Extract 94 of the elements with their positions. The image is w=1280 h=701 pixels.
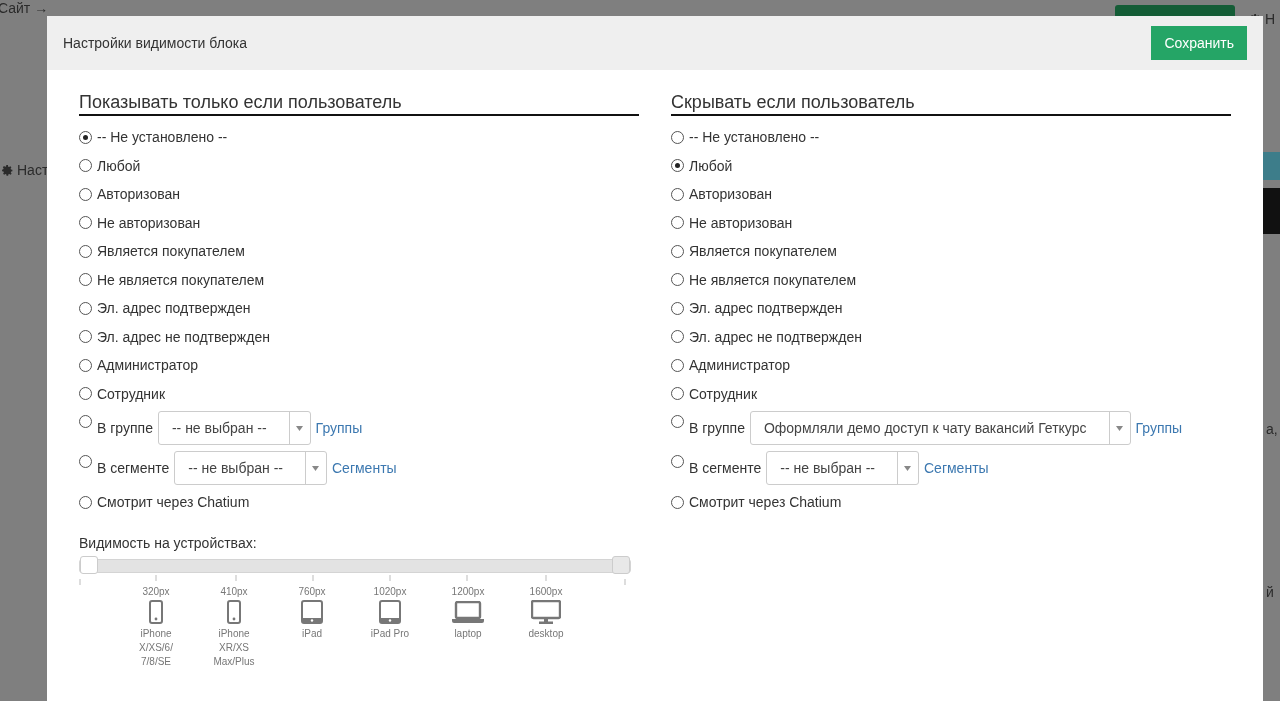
option-label: Эл. адрес подтвержден (689, 300, 843, 317)
manage-link[interactable]: Сегменты (332, 460, 397, 476)
radio-button[interactable] (671, 273, 684, 287)
device-name: laptop (454, 626, 482, 641)
radio-button[interactable] (671, 495, 684, 509)
width-label: 1020px (373, 585, 407, 597)
caret-icon (904, 465, 912, 471)
width-label: 1600px (529, 585, 563, 597)
background-text: а, (1266, 421, 1278, 437)
device-name: iPhone XR/XS Max/Plus (213, 626, 255, 669)
option-label: Авторизован (689, 186, 772, 203)
radio-button[interactable] (79, 415, 92, 428)
option-label: Смотрит через Chatium (97, 494, 250, 511)
slider-handle[interactable] (80, 555, 98, 574)
option-label: Является покупателем (97, 243, 245, 260)
option-label: Не является покупателем (689, 271, 857, 288)
radio-button[interactable] (671, 415, 684, 428)
caret-icon (296, 425, 304, 431)
caret-icon (312, 465, 320, 471)
option-label: Любой (689, 157, 733, 174)
radio-button[interactable] (79, 495, 92, 509)
radio-button[interactable] (671, 244, 684, 258)
option-label: Авторизован (97, 186, 180, 203)
phone-icon (149, 599, 163, 624)
radio-button[interactable] (79, 273, 92, 287)
radio-button[interactable] (79, 358, 92, 372)
desktop-icon (531, 599, 561, 624)
dropdown[interactable]: -- не выбран -- (157, 411, 311, 445)
radio-button[interactable] (79, 187, 92, 201)
radio-button[interactable] (79, 330, 92, 344)
width-label: 760px (298, 585, 326, 597)
option-label: Администратор (689, 357, 790, 374)
save-button[interactable]: Сохранить (1151, 26, 1247, 60)
background-bar (1263, 152, 1280, 180)
background-panel (1263, 188, 1280, 234)
option-label: Не авторизован (97, 214, 201, 231)
radio-button[interactable] (79, 216, 92, 230)
radio-button[interactable] (671, 387, 684, 401)
option-label: Смотрит через Chatium (689, 494, 842, 511)
background-text: й (1266, 584, 1274, 600)
manage-link[interactable]: Группы (1135, 420, 1183, 436)
option-label: Эл. адрес не подтвержден (689, 328, 862, 345)
option-label: Не является покупателем (97, 271, 265, 288)
section-heading: Показывать только если пользователь (79, 92, 639, 116)
manage-link[interactable]: Сегменты (924, 460, 989, 476)
device-name: iPhone X/XS/6/ 7/8/SE (139, 626, 173, 669)
option-label: -- Не установлено -- (689, 129, 820, 146)
tablet-icon (301, 599, 323, 624)
device-name: desktop (528, 626, 564, 641)
caret-icon (1116, 425, 1123, 431)
dropdown[interactable]: -- не выбран -- (766, 451, 919, 485)
radio-button[interactable] (671, 159, 684, 173)
radio-button[interactable] (79, 130, 92, 144)
option-label: Сотрудник (689, 385, 757, 402)
device-name: iPad (302, 626, 322, 641)
device-name: iPad Pro (370, 626, 410, 641)
option-label: В сегменте (689, 460, 762, 476)
option-label: Эл. адрес не подтвержден (97, 328, 270, 345)
laptop-icon (452, 600, 484, 623)
radio-button[interactable] (671, 301, 684, 315)
option-label: Любой (97, 157, 141, 174)
phone-icon (227, 599, 241, 624)
radio-button[interactable] (79, 301, 92, 315)
radio-button[interactable] (79, 455, 92, 468)
slider-handle[interactable] (612, 555, 630, 574)
radio-button[interactable] (79, 387, 92, 401)
radio-button[interactable] (79, 159, 92, 173)
radio-button[interactable] (671, 330, 684, 344)
gear-icon (1, 163, 14, 177)
radio-button[interactable] (671, 187, 684, 201)
manage-link[interactable]: Группы (315, 420, 363, 436)
radio-button[interactable] (671, 216, 684, 230)
radio-button[interactable] (671, 358, 684, 372)
dropdown[interactable]: -- не выбран -- (174, 451, 327, 485)
option-label: Сотрудник (97, 385, 165, 402)
tablet-icon (379, 599, 401, 624)
width-label: 320px (142, 585, 170, 597)
option-label: В группе (97, 420, 153, 436)
option-label: В группе (689, 420, 745, 436)
option-label: Администратор (97, 357, 198, 374)
width-label: 410px (220, 585, 248, 597)
dropdown[interactable]: Оформляли демо доступ к чату вакансий Геткурс (749, 411, 1131, 445)
modal-title: Настройки видимости блока (63, 35, 248, 51)
section-heading: Скрывать если пользователь (671, 92, 1231, 116)
option-label: -- Не установлено -- (97, 129, 228, 146)
devices-label: Видимость на устройствах: (79, 534, 258, 551)
radio-button[interactable] (671, 130, 684, 144)
option-label: Не авторизован (689, 214, 793, 231)
radio-button[interactable] (79, 244, 92, 258)
option-label: Является покупателем (689, 243, 837, 260)
radio-button[interactable] (671, 455, 684, 468)
option-label: В сегменте (97, 460, 170, 476)
option-label: Эл. адрес подтвержден (97, 300, 251, 317)
width-label: 1200px (451, 585, 485, 597)
